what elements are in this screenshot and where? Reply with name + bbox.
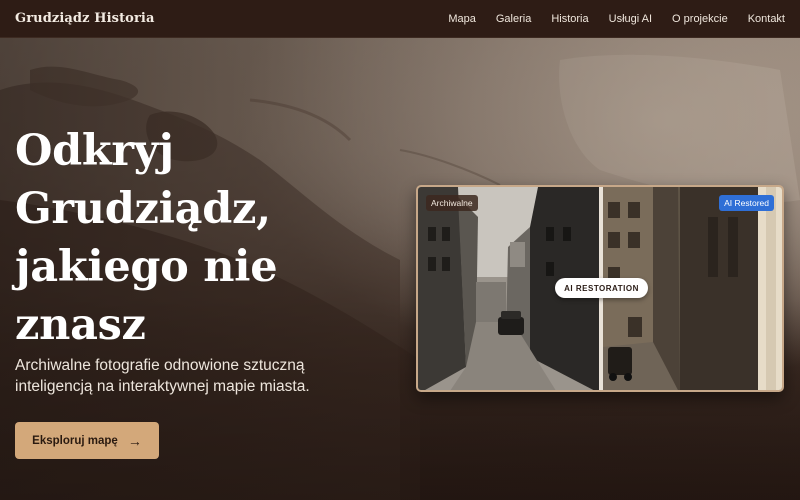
headline-line: znasz (15, 300, 146, 350)
before-after-comparison[interactable]: Archiwalne AI Restored AI RESTORATION (416, 185, 784, 392)
archive-badge: Archiwalne (426, 195, 478, 211)
nav-link-uslugi-ai[interactable]: Usługi AI (609, 13, 652, 25)
comparison-slider-handle[interactable]: AI RESTORATION (555, 278, 648, 298)
nav-link-mapa[interactable]: Mapa (448, 13, 476, 25)
ai-restored-badge: AI Restored (719, 195, 774, 211)
explore-map-button[interactable]: Eksploruj mapę → (15, 422, 159, 459)
explore-map-label: Eksploruj mapę (32, 434, 118, 447)
nav-link-historia[interactable]: Historia (551, 13, 588, 25)
top-navbar: Grudziądz Historia Mapa Galeria Historia… (0, 0, 800, 38)
arrow-right-icon: → (127, 432, 142, 449)
headline-line: jakiego nie (15, 242, 278, 292)
hero-subtitle: Archiwalne fotografie odnowione sztuczną… (15, 357, 310, 395)
headline-line: Grudziądz, (15, 184, 271, 234)
headline-line: Odkryj (15, 126, 174, 176)
hero-headline: Odkryj Grudziądz, jakiego nie znasz (15, 122, 395, 354)
nav-link-o-projekcie[interactable]: O projekcie (672, 13, 728, 25)
nav-link-galeria[interactable]: Galeria (496, 13, 531, 25)
nav-links: Mapa Galeria Historia Usługi AI O projek… (428, 13, 785, 25)
nav-link-kontakt[interactable]: Kontakt (748, 13, 785, 25)
brand-logo[interactable]: Grudziądz Historia (15, 11, 154, 26)
